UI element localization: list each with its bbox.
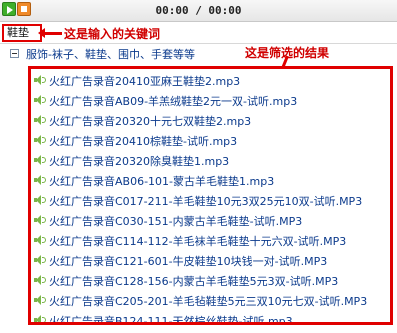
search-row: 鞋垫 这是输入的关键词: [0, 22, 397, 44]
speaker-icon: [34, 255, 46, 265]
results-list: 火红广告录音20410亚麻王鞋垫2.mp3 火红广告录音AB09-羊羔绒鞋垫2元…: [28, 66, 393, 325]
list-item-label[interactable]: 火红广告录音C017-211-羊毛鞋垫10元3双25元10双-试听.MP3: [49, 193, 362, 209]
list-item-label[interactable]: 火红广告录音AB06-101-蒙古羊毛鞋垫1.mp3: [49, 173, 274, 189]
player-toolbar: 00:00 / 00:00: [0, 0, 397, 22]
list-item-label[interactable]: 火红广告录音C030-151-内蒙古羊毛鞋垫-试听.MP3: [49, 213, 302, 229]
speaker-icon: [34, 95, 46, 105]
list-item[interactable]: 火红广告录音C121-601-牛皮鞋垫10块钱一对-试听.MP3: [31, 250, 390, 270]
speaker-icon: [34, 235, 46, 245]
list-item[interactable]: 火红广告录音C114-112-羊毛袜羊毛鞋垫十元六双-试听.MP3: [31, 230, 390, 250]
speaker-icon: [34, 295, 46, 305]
speaker-icon: [34, 135, 46, 145]
speaker-icon: [34, 115, 46, 125]
list-item[interactable]: 火红广告录音20320除臭鞋垫1.mp3: [31, 150, 390, 170]
annotation-arrow-left-icon: [38, 28, 62, 38]
list-item[interactable]: 火红广告录音20320十元七双鞋垫2.mp3: [31, 110, 390, 130]
list-item[interactable]: 火红广告录音C128-156-内蒙古羊毛鞋垫5元3双-试听.MP3: [31, 270, 390, 290]
list-item-label[interactable]: 火红广告录音20320十元七双鞋垫2.mp3: [49, 113, 251, 129]
speaker-icon: [34, 275, 46, 285]
list-item[interactable]: 火红广告录音AB09-羊羔绒鞋垫2元一双-试听.mp3: [31, 90, 390, 110]
speaker-icon: [34, 75, 46, 85]
list-item[interactable]: 火红广告录音20410亚麻王鞋垫2.mp3: [31, 70, 390, 90]
speaker-icon: [34, 155, 46, 165]
annotation-keyword: 这是输入的关键词: [64, 27, 161, 41]
list-item-label[interactable]: 火红广告录音B124-111-天然棕丝鞋垫-试听.mp3: [49, 313, 293, 322]
playback-time: 00:00 / 00:00: [155, 4, 242, 17]
list-item[interactable]: 火红广告录音20410棕鞋垫-试听.mp3: [31, 130, 390, 150]
list-item-label[interactable]: 火红广告录音C114-112-羊毛袜羊毛鞋垫十元六双-试听.MP3: [49, 233, 346, 249]
list-item[interactable]: 火红广告录音AB06-101-蒙古羊毛鞋垫1.mp3: [31, 170, 390, 190]
speaker-icon: [34, 195, 46, 205]
speaker-icon: [34, 215, 46, 225]
list-item[interactable]: 火红广告录音C205-201-羊毛毡鞋垫5元三双10元七双-试听.MP3: [31, 290, 390, 310]
list-item-label[interactable]: 火红广告录音20410亚麻王鞋垫2.mp3: [49, 73, 240, 89]
category-label[interactable]: 服饰-袜子、鞋垫、围巾、手套等等: [26, 46, 195, 62]
category-node[interactable]: 服饰-袜子、鞋垫、围巾、手套等等 这是筛选的结果: [0, 44, 397, 62]
list-item-label[interactable]: 火红广告录音20410棕鞋垫-试听.mp3: [49, 133, 237, 149]
speaker-icon: [34, 315, 46, 322]
list-item-label[interactable]: 火红广告录音20320除臭鞋垫1.mp3: [49, 153, 229, 169]
list-item-label[interactable]: 火红广告录音AB09-羊羔绒鞋垫2元一双-试听.mp3: [49, 93, 297, 109]
list-item[interactable]: 火红广告录音C030-151-内蒙古羊毛鞋垫-试听.MP3: [31, 210, 390, 230]
list-item-label[interactable]: 火红广告录音C128-156-内蒙古羊毛鞋垫5元3双-试听.MP3: [49, 273, 338, 289]
list-item[interactable]: 火红广告录音B124-111-天然棕丝鞋垫-试听.mp3: [31, 310, 390, 322]
speaker-icon: [34, 175, 46, 185]
collapse-icon[interactable]: [10, 49, 19, 58]
list-item-label[interactable]: 火红广告录音C121-601-牛皮鞋垫10块钱一对-试听.MP3: [49, 253, 327, 269]
list-item[interactable]: 火红广告录音C017-211-羊毛鞋垫10元3双25元10双-试听.MP3: [31, 190, 390, 210]
list-item-label[interactable]: 火红广告录音C205-201-羊毛毡鞋垫5元三双10元七双-试听.MP3: [49, 293, 367, 309]
search-input[interactable]: 鞋垫: [2, 24, 42, 42]
